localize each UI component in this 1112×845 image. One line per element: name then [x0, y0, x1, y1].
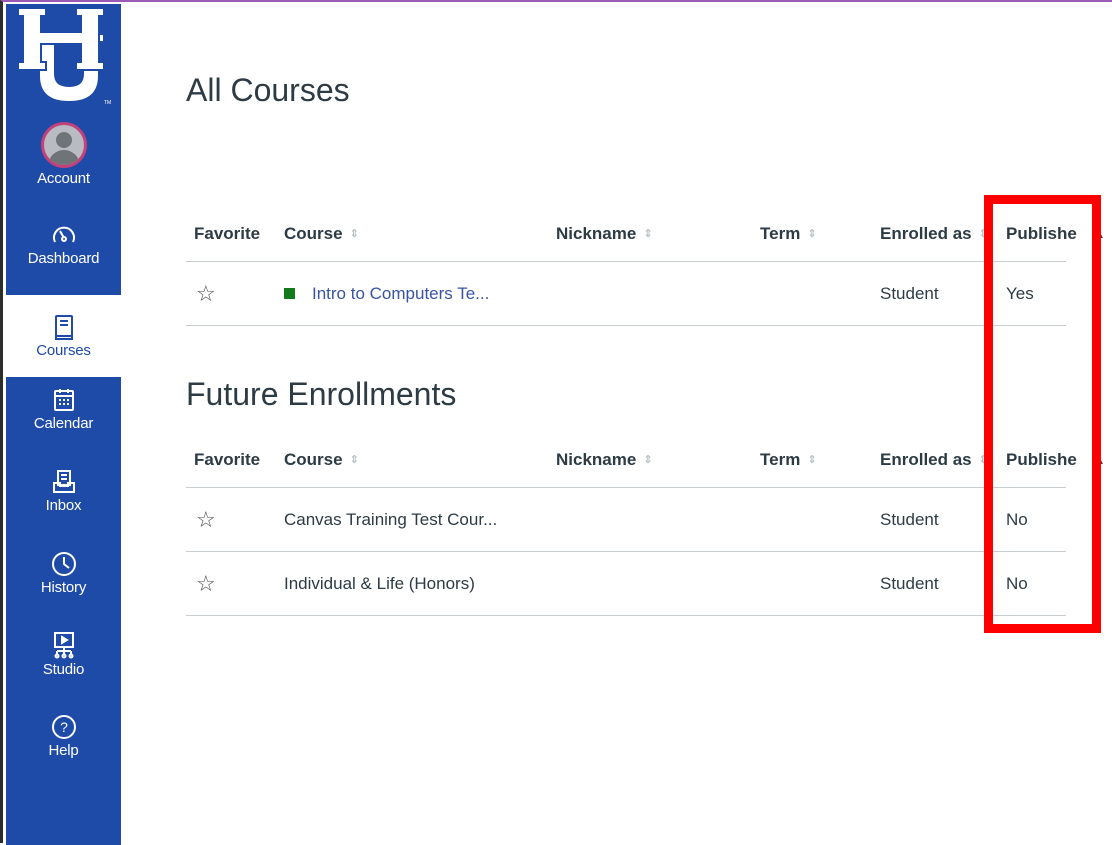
future-enrollments-title: Future Enrollments	[186, 376, 457, 412]
nav-item-dashboard[interactable]: Dashboard	[6, 222, 121, 267]
svg-text:?: ?	[60, 719, 68, 735]
nav-item-history[interactable]: History	[6, 551, 121, 596]
sort-icon: ⇕	[349, 454, 359, 466]
dashboard-gauge-icon	[51, 222, 77, 248]
nav-item-inbox[interactable]: Inbox	[6, 469, 121, 514]
nav-item-studio[interactable]: Studio	[6, 631, 121, 678]
course-enrolled-as: Student	[880, 573, 939, 593]
course-color-swatch	[284, 288, 295, 299]
nav-item-label: Calendar	[33, 415, 94, 432]
header-course[interactable]: Course ⇕	[284, 206, 359, 261]
favorite-star-icon[interactable]: ☆	[194, 552, 216, 615]
table-row: ☆ Individual & Life (Honors) Student No	[186, 552, 1066, 616]
nav-item-label: Courses	[36, 341, 91, 359]
nav-item-label: History	[40, 579, 87, 596]
course-enrolled-as: Student	[880, 283, 939, 303]
sort-icon: ⇕	[643, 228, 653, 240]
nav-item-calendar[interactable]: Calendar	[6, 387, 121, 432]
future-enrollments-table: Favorite Course ⇕ Nickname ⇕ Term ⇕ Enrolle…	[186, 432, 1105, 616]
header-favorite: Favorite	[194, 449, 261, 469]
sort-icon: ⇕	[643, 454, 653, 466]
header-enrolled-as[interactable]: Enrolled as ⇕	[880, 206, 988, 261]
nav-item-label: Help	[48, 742, 79, 759]
sort-icon: ⇕	[807, 228, 817, 240]
course-enrolled-as: Student	[880, 509, 939, 529]
calendar-icon	[52, 387, 76, 413]
header-term[interactable]: Term ⇕	[760, 206, 817, 261]
avatar	[40, 122, 87, 168]
book-icon	[53, 314, 75, 340]
table-row: ☆ Intro to Computers Te... Student Yes	[186, 262, 1066, 326]
global-nav: TM Account Dashboard Courses Calendar In…	[6, 4, 121, 845]
svg-text:TM: TM	[104, 100, 111, 106]
nav-item-label: Dashboard	[27, 250, 100, 267]
nav-item-label: Inbox	[45, 497, 82, 514]
header-course[interactable]: Course ⇕	[284, 432, 359, 487]
course-name: Individual & Life (Honors)	[284, 573, 475, 593]
nav-item-account[interactable]: Account	[6, 122, 121, 187]
header-enrolled-as[interactable]: Enrolled as ⇕	[880, 432, 988, 487]
nav-item-label: Account	[37, 170, 90, 187]
favorite-star-icon[interactable]: ☆	[194, 262, 216, 325]
table-row: ☆ Canvas Training Test Cour... Student N…	[186, 488, 1066, 552]
university-logo[interactable]: TM	[12, 4, 117, 108]
table-header-row: Favorite Course ⇕ Nickname ⇕ Term ⇕ Enrolle…	[186, 206, 1105, 262]
favorite-star-icon[interactable]: ☆	[194, 488, 216, 551]
nav-item-courses[interactable]: Courses	[6, 295, 121, 377]
sort-icon: ⇕	[807, 454, 817, 466]
help-icon: ?	[51, 714, 77, 740]
studio-icon	[51, 631, 77, 659]
sort-icon: ⇕	[349, 228, 359, 240]
nav-item-label: Studio	[42, 661, 85, 678]
course-name: Canvas Training Test Cour...	[284, 509, 498, 529]
header-nickname[interactable]: Nickname ⇕	[556, 432, 653, 487]
header-favorite: Favorite	[194, 223, 261, 243]
all-courses-table: Favorite Course ⇕ Nickname ⇕ Term ⇕ Enrolle…	[186, 206, 1105, 326]
inbox-icon	[52, 469, 76, 495]
header-nickname[interactable]: Nickname ⇕	[556, 206, 653, 261]
header-term[interactable]: Term ⇕	[760, 432, 817, 487]
nav-item-help[interactable]: ? Help	[6, 714, 121, 759]
page-title: All Courses	[186, 72, 350, 108]
table-header-row: Favorite Course ⇕ Nickname ⇕ Term ⇕ Enrolle…	[186, 432, 1105, 488]
course-link[interactable]: Intro to Computers Te...	[284, 262, 489, 325]
main-content: All Courses Favorite Course ⇕ Nickname ⇕ T…	[121, 4, 1112, 843]
app-frame: TM Account Dashboard Courses Calendar In…	[0, 0, 1112, 845]
published-column-highlight	[984, 195, 1101, 633]
clock-icon	[51, 551, 77, 577]
